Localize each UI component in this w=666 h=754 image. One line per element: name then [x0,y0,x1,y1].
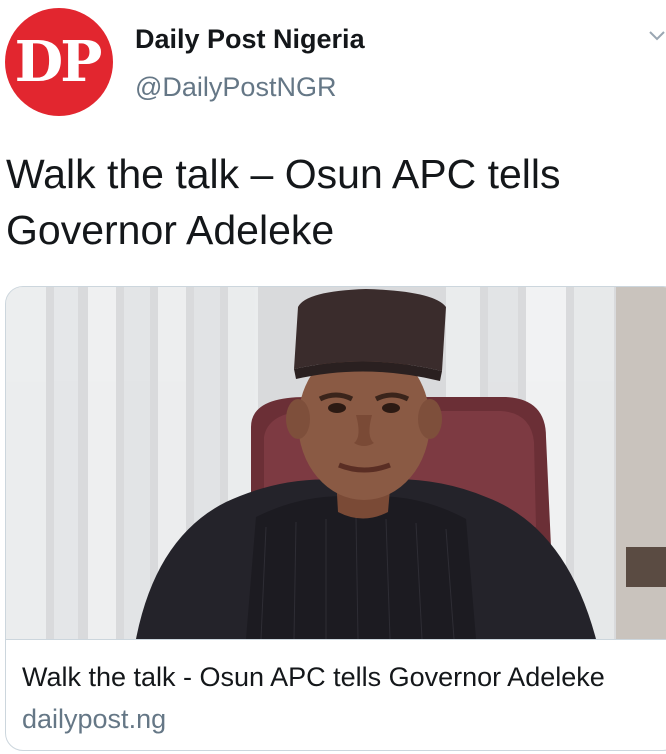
avatar-logo-text: DP [14,29,103,95]
tweet-header: DP Daily Post Nigeria @DailyPostNGR [0,0,666,125]
card-footer[interactable]: Walk the talk - Osun APC tells Governor … [6,639,666,750]
display-name[interactable]: Daily Post Nigeria [135,24,365,55]
chevron-down-icon[interactable] [648,26,666,44]
card-title[interactable]: Walk the talk - Osun APC tells Governor … [22,662,605,693]
card-image[interactable] [6,287,666,639]
tweet-text: Walk the talk – Osun APC tells Governor … [6,151,561,253]
card-domain[interactable]: dailypost.ng [22,704,166,735]
link-card[interactable]: Walk the talk - Osun APC tells Governor … [5,286,666,751]
avatar[interactable]: DP [5,8,113,116]
user-handle[interactable]: @DailyPostNGR [135,72,336,103]
